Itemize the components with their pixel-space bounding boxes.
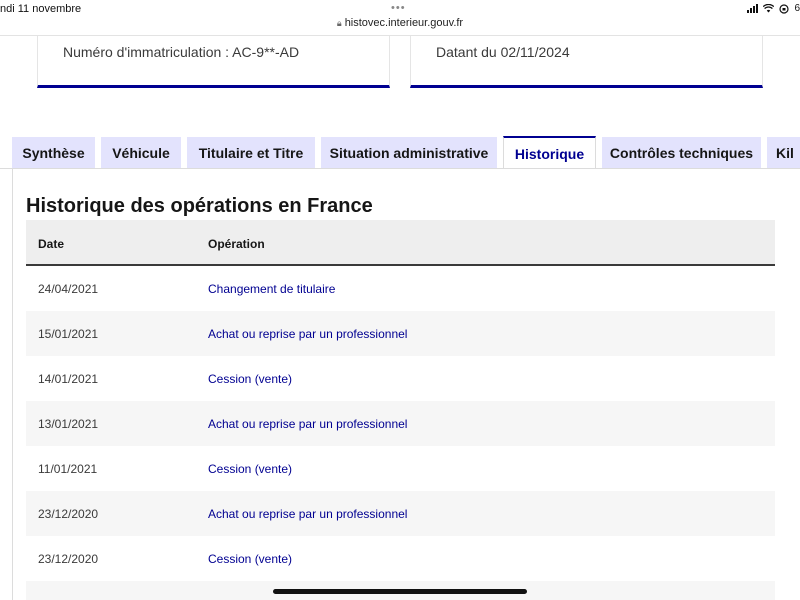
row-operation: Cession (vente) <box>208 552 293 566</box>
url-text: histovec.interieur.gouv.fr <box>344 17 464 29</box>
tab-historique[interactable]: Historique <box>503 136 596 169</box>
tab-situation-administrative[interactable]: Situation administrative <box>321 137 497 169</box>
status-date: ndi 11 novembre <box>0 3 82 15</box>
table-header: Date Opération <box>26 220 775 266</box>
column-header-operation: Opération <box>208 237 265 251</box>
tab-titulaire-titre[interactable]: Titulaire et Titre <box>187 137 315 169</box>
table-body: 24/04/2021 Changement de titulaire 15/01… <box>26 266 775 600</box>
more-dots-icon[interactable]: ••• <box>391 2 406 14</box>
row-date: 15/01/2021 <box>38 327 99 341</box>
row-date: 13/01/2021 <box>38 417 99 431</box>
address-bar[interactable]: 🔒︎ histovec.interieur.gouv.fr <box>0 17 800 29</box>
status-icons: 6 <box>747 3 800 14</box>
wifi-icon <box>763 4 775 13</box>
row-date: 23/12/2020 <box>38 552 99 566</box>
status-bar: ndi 11 novembre ••• 🔒︎ histovec.interieur… <box>0 0 800 36</box>
tab-vehicule[interactable]: Véhicule <box>101 137 181 169</box>
page-title: Historique des opérations en France <box>26 195 373 217</box>
row-operation: Achat ou reprise par un professionnel <box>208 327 408 341</box>
tab-synthese[interactable]: Synthèse <box>12 137 95 169</box>
row-date: 14/01/2021 <box>38 372 99 386</box>
signal-icon <box>747 4 759 13</box>
table-row: 15/01/2021 Achat ou reprise par un profe… <box>26 311 775 356</box>
tab-kilometrage[interactable]: Kil <box>767 137 800 169</box>
lock-icon: 🔒︎ <box>336 18 342 28</box>
tab-bar: Synthèse Véhicule Titulaire et Titre Sit… <box>12 136 800 169</box>
table-row: 23/12/2020 Achat ou reprise par un profe… <box>26 491 775 536</box>
row-operation: Achat ou reprise par un professionnel <box>208 507 408 521</box>
row-date: 23/12/2020 <box>38 507 99 521</box>
table-row: 11/01/2021 Cession (vente) <box>26 446 775 491</box>
tabs-divider <box>0 168 800 169</box>
row-date: 24/04/2021 <box>38 282 99 296</box>
tab-controles-techniques[interactable]: Contrôles techniques <box>602 137 761 169</box>
table-row: 14/01/2021 Cession (vente) <box>26 356 775 401</box>
rotation-lock-icon <box>779 3 790 14</box>
table-row: 23/12/2020 Cession (vente) <box>26 536 775 581</box>
report-date: Datant du 02/11/2024 <box>436 44 570 60</box>
row-operation: Cession (vente) <box>208 372 293 386</box>
date-card: Datant du 02/11/2024 <box>410 36 763 88</box>
table-row: 24/04/2021 Changement de titulaire <box>26 266 775 311</box>
row-operation: Achat ou reprise par un professionnel <box>208 417 408 431</box>
registration-card: Numéro d'immatriculation : AC-9**-AD <box>37 36 390 88</box>
panel-border <box>12 168 13 600</box>
battery-level: 6 <box>794 3 800 14</box>
row-operation: Cession (vente) <box>208 462 293 476</box>
home-indicator[interactable] <box>273 589 527 594</box>
history-table: Date Opération 24/04/2021 Changement de … <box>26 220 775 600</box>
row-operation: Changement de titulaire <box>208 282 336 296</box>
table-row: 13/01/2021 Achat ou reprise par un profe… <box>26 401 775 446</box>
registration-number: Numéro d'immatriculation : AC-9**-AD <box>63 44 300 60</box>
column-header-date: Date <box>38 237 65 251</box>
row-date: 11/01/2021 <box>38 462 98 476</box>
